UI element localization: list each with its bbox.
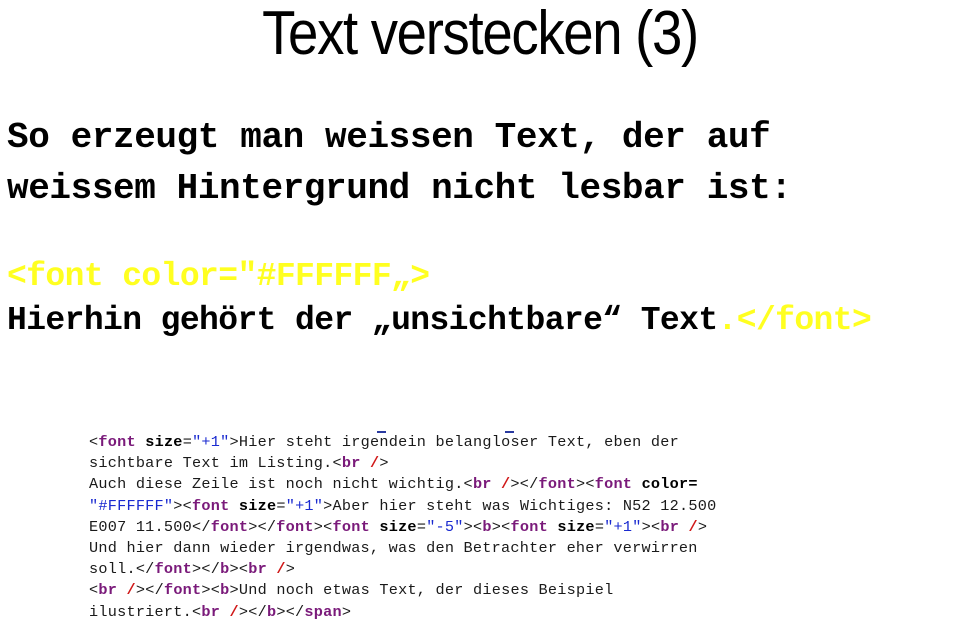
listing-token-ang: = — [594, 517, 605, 536]
listing-token-ang — [229, 497, 238, 515]
listing-token-ang: ilustriert.< — [89, 602, 202, 621]
listing-token-ang: >< — [313, 517, 333, 536]
listing-token-slash: / — [369, 454, 380, 473]
listing-token-tag: font — [332, 517, 370, 536]
listing-token-ang — [136, 433, 145, 451]
listing-token-ang — [267, 560, 276, 578]
listing-line: <br /></font><b>Und noch etwas Text, der… — [89, 580, 716, 601]
listing-token-ang: < — [89, 433, 99, 451]
listing-token-ang: >< — [229, 560, 249, 579]
listing-token-ang — [492, 475, 501, 493]
listing-token-tag: font — [510, 517, 548, 536]
listing-line: sichtbare Text im Listing.<br /> — [89, 453, 716, 474]
listing-token-tag: b — [220, 560, 230, 579]
listing-token-attr: size — [379, 517, 417, 536]
listing-token-tag: font — [98, 433, 136, 451]
listing-line: soll.</font></b><br /> — [89, 559, 716, 580]
listing-token-tag: br — [341, 454, 361, 473]
listing-token-slash: / — [688, 517, 698, 536]
listing-token-ang: >< — [173, 496, 193, 515]
listing-token-slash: / — [126, 581, 136, 600]
listing-token-ang: Und hier dann wieder irgendwas, was den … — [89, 538, 698, 557]
listing-token-val: "-5" — [426, 517, 464, 536]
listing-token-slash: / — [229, 602, 239, 621]
listing-token-ang: ></ — [510, 475, 539, 494]
listing-token-slash: / — [276, 560, 286, 579]
listing-line: <font size="+1">Hier steht irgendein bel… — [89, 432, 716, 453]
listing-token-ang: sichtbare Text im Listing.< — [89, 454, 342, 473]
code-snippet: <font color="#FFFFFF„> Hierhin gehört de… — [7, 255, 872, 343]
listing-token-ang: ></ — [192, 560, 221, 579]
listing-token-ang: ></ — [238, 602, 267, 621]
listing-line: Auch diese Zeile ist noch nicht wichtig.… — [89, 474, 716, 495]
listing-token-ang: >Und noch etwas Text, der dieses Beispie… — [229, 581, 614, 600]
listing-token-ang: >Aber hier steht was Wichtiges: N52 12.5… — [323, 496, 717, 515]
listing-token-tag: br — [660, 517, 680, 536]
listing-token-ang: < — [89, 581, 99, 600]
listing-token-attr: size — [557, 517, 595, 536]
snippet-open-tag: <font color="#FFFFFF„> — [7, 258, 430, 295]
listing-token-ang: >< — [201, 581, 221, 600]
listing-token-ang: > — [341, 602, 352, 621]
listing-token-tag: font — [594, 475, 633, 494]
listing-token-ang: >< — [463, 517, 483, 536]
listing-token-val: "+1" — [285, 496, 324, 515]
listing-token-ang: > — [379, 454, 389, 473]
listing-token-ang — [361, 454, 370, 472]
listing-token-ang: >< — [641, 517, 661, 536]
listing-token-attr: = — [688, 475, 698, 494]
listing-line: ilustriert.<br /></b></span> — [89, 602, 716, 623]
listing-token-ang: = — [416, 517, 427, 536]
listing-token-ang — [548, 518, 557, 536]
listing-token-attr: size — [145, 433, 183, 451]
listing-token-ang: soll.</ — [89, 560, 155, 579]
listing-token-ang: = — [182, 433, 193, 451]
listing-line: Und hier dann wieder irgendwas, was den … — [89, 538, 716, 559]
listing-token-ang: ></ — [248, 517, 277, 536]
listing-token-ang: E007 11.500</ — [89, 517, 211, 536]
listing-token-tag: br — [472, 475, 492, 494]
listing-token-attr: color — [641, 475, 689, 494]
listing-token-tag: span — [304, 602, 342, 621]
html-source-listing: <font size="+1">Hier steht irgendein bel… — [89, 432, 716, 623]
listing-token-ang — [370, 518, 379, 536]
listing-line: E007 11.500</font></font><font size="-5"… — [89, 517, 716, 538]
listing-token-ang: >Hier steht irgendein belangloser Text, … — [229, 433, 680, 451]
listing-line: "#FFFFFF"><font size="+1">Aber hier steh… — [89, 496, 716, 517]
listing-token-tag: b — [220, 581, 230, 600]
intro-text: So erzeugt man weissen Text, der auf wei… — [7, 112, 792, 214]
listing-token-tag: font — [210, 517, 249, 536]
listing-token-val: "#FFFFFF" — [89, 496, 174, 515]
intro-line: weissem Hintergrund nicht lesbar ist: — [7, 168, 792, 209]
listing-token-ang: >< — [575, 475, 595, 494]
listing-token-tag: br — [98, 581, 118, 600]
listing-token-val: "+1" — [192, 433, 230, 451]
listing-token-tag: br — [248, 560, 267, 579]
snippet-hidden-text: Hierhin gehört der „unsichtbare“ Text — [7, 302, 718, 339]
listing-token-ang — [679, 518, 688, 536]
listing-token-ang: > — [285, 560, 296, 579]
listing-token-tag: b — [482, 517, 492, 536]
listing-token-tag: font — [276, 517, 314, 536]
slide-title: Text verstecken (3) — [262, 0, 699, 68]
intro-line: So erzeugt man weissen Text, der auf — [7, 117, 771, 158]
listing-token-ang — [632, 475, 641, 493]
listing-token-val: "+1" — [604, 517, 642, 536]
listing-token-tag: font — [163, 581, 202, 600]
listing-token-tag: font — [192, 496, 230, 515]
listing-token-tag: font — [154, 560, 193, 579]
listing-token-ang: ></ — [276, 602, 305, 621]
listing-token-tag: br — [201, 602, 221, 621]
snippet-close-tag: .</font> — [717, 302, 872, 339]
listing-token-tag: font — [538, 475, 576, 494]
listing-token-ang: >< — [491, 517, 511, 536]
listing-token-ang: = — [276, 496, 286, 515]
listing-token-ang: > — [697, 517, 708, 536]
listing-token-tag: b — [266, 602, 277, 621]
listing-token-attr: size — [238, 496, 277, 515]
listing-token-ang: ></ — [135, 581, 164, 600]
listing-token-ang: Auch diese Zeile ist noch nicht wichtig.… — [89, 475, 473, 494]
